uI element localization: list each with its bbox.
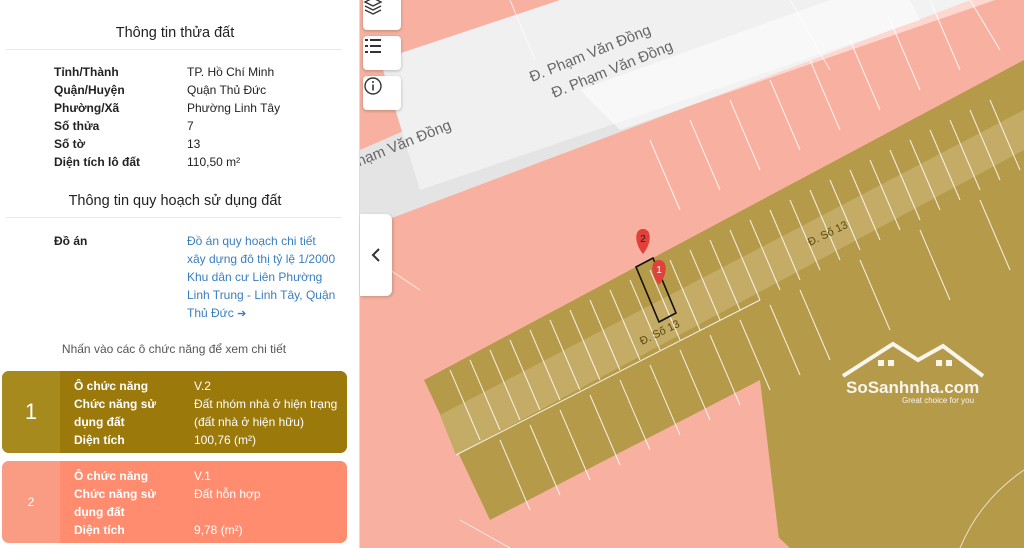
card-value: Đất hỗn hợp: [194, 487, 261, 501]
plan-label: Đồ án: [54, 234, 88, 248]
info-row-province: Tỉnh/Thành TP. Hồ Chí Minh: [54, 65, 344, 83]
info-panel: Thông tin thửa đất Tỉnh/Thành TP. Hồ Chí…: [0, 0, 360, 548]
card-number: 1: [2, 371, 60, 453]
card-value: Đất nhóm nhà ở hiện trạng (đất nhà ở hiệ…: [194, 397, 338, 429]
info-icon: [364, 77, 382, 95]
function-cell-card-2[interactable]: 2 Ô chức năng V.1 Chức năng sử dụng đất …: [2, 461, 347, 543]
arrow-right-icon: ➔: [237, 308, 247, 320]
info-button[interactable]: [363, 76, 401, 110]
hint-text: Nhấn vào các ô chức năng để xem chi tiết: [61, 342, 287, 356]
card-label: Ô chức năng: [74, 469, 149, 483]
info-value: TP. Hồ Chí Minh: [187, 65, 275, 79]
card-value: 9,78 (m²): [194, 523, 243, 537]
info-label: Phường/Xã: [54, 101, 120, 115]
planning-map[interactable]: Đ. Phạm Văn Đồng Đ. Phạm Văn Đồng Phạm V…: [360, 0, 1024, 548]
card-number: 2: [2, 461, 60, 543]
house-logo-icon: [841, 341, 985, 378]
list-icon: [365, 39, 381, 53]
info-value: Phường Linh Tây: [187, 101, 281, 115]
info-row-district: Quận/Huyện Quận Thủ Đức: [54, 83, 344, 101]
land-info-title: Thông tin thửa đất: [115, 25, 235, 41]
watermark-tagline: Great choice for you: [902, 396, 975, 405]
info-label: Số tờ: [54, 137, 86, 151]
card-body: Ô chức năng V.2 Chức năng sử dụng đất Đấ…: [60, 371, 347, 453]
card-value: V.2: [194, 379, 211, 393]
info-label: Diện tích lô đất: [54, 155, 141, 169]
marker-label: 2: [640, 234, 646, 245]
card-value: 100,76 (m²): [194, 433, 257, 447]
card-label: Chức năng sử dụng đất: [74, 397, 157, 429]
info-value: 110,50 m²: [187, 155, 241, 169]
info-row-plot-number: Số thửa 7: [54, 119, 344, 137]
plan-link[interactable]: Đồ án quy hoạch chi tiết xây dựng đô thị…: [187, 232, 337, 323]
info-row-area: Diện tích lô đất 110,50 m²: [54, 155, 344, 173]
legend-list-button[interactable]: [363, 36, 401, 70]
info-value: 13: [187, 137, 201, 151]
chevron-left-icon: [371, 248, 380, 262]
info-row-ward: Phường/Xã Phường Linh Tây: [54, 101, 344, 119]
info-label: Số thửa: [54, 119, 100, 133]
divider: [6, 217, 342, 218]
layers-button[interactable]: [363, 0, 401, 30]
info-value: 7: [187, 119, 194, 133]
planning-title: Thông tin quy hoạch sử dụng đất: [68, 193, 282, 209]
plan-link-text[interactable]: Đồ án quy hoạch chi tiết xây dựng đô thị…: [187, 234, 335, 320]
divider: [6, 49, 342, 50]
card-label: Diện tích: [74, 433, 125, 447]
map-canvas[interactable]: Đ. Phạm Văn Đồng Đ. Phạm Văn Đồng Phạm V…: [360, 0, 1024, 548]
info-value: Quận Thủ Đức: [187, 83, 267, 97]
layers-icon: [363, 0, 383, 15]
card-label: Diện tích: [74, 523, 125, 537]
card-body: Ô chức năng V.1 Chức năng sử dụng đất Đấ…: [60, 461, 347, 543]
card-label: Ô chức năng: [74, 379, 149, 393]
function-cell-card-1[interactable]: 1 Ô chức năng V.2 Chức năng sử dụng đất …: [2, 371, 347, 453]
watermark-brand: SoSanhnha.com: [846, 378, 980, 397]
watermark: SoSanhnha.com Great choice for you: [838, 336, 988, 416]
info-row-sheet-number: Số tờ 13: [54, 137, 344, 155]
collapse-panel-button[interactable]: [360, 214, 392, 296]
card-label: Chức năng sử dụng đất: [74, 487, 157, 519]
info-label: Quận/Huyện: [54, 83, 125, 97]
card-value: V.1: [194, 469, 211, 483]
info-label: Tỉnh/Thành: [54, 65, 119, 79]
marker-label: 1: [656, 265, 662, 276]
